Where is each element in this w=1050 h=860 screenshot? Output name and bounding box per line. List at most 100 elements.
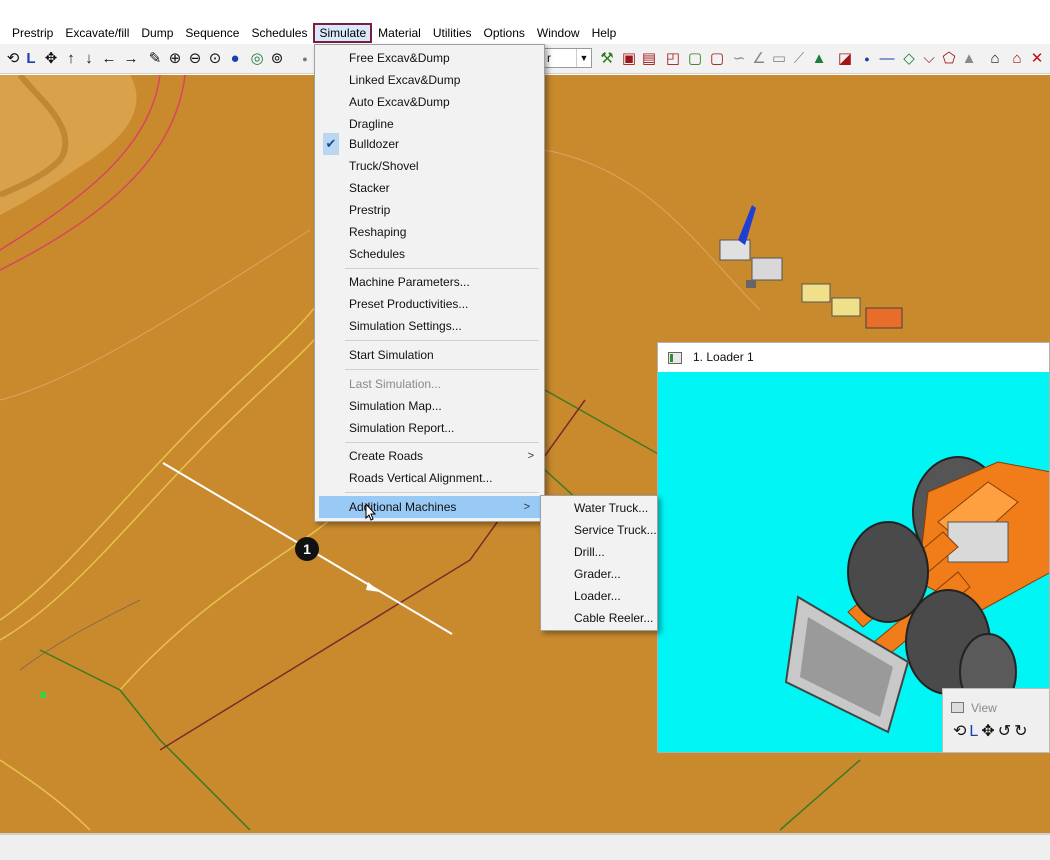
menu-schedules[interactable]: Schedules: [245, 23, 313, 43]
polyline-icon[interactable]: ⌵: [920, 48, 938, 70]
box-icon[interactable]: ▢: [708, 48, 726, 70]
menu-item-drill[interactable]: Drill...: [541, 541, 657, 563]
axis-icon[interactable]: L: [969, 723, 981, 740]
zoom-out-icon[interactable]: ⊖: [186, 48, 204, 70]
point-icon[interactable]: ●: [296, 48, 314, 70]
menu-separator: [345, 369, 539, 370]
menu-item-start-simulation[interactable]: Start Simulation: [315, 344, 544, 366]
view-window[interactable]: View ⟲L✥↺↻: [942, 688, 1050, 753]
arrow-right-icon[interactable]: →: [122, 48, 140, 70]
menu-item-create-roads[interactable]: Create Roads >: [315, 445, 544, 467]
zoom-center-icon[interactable]: ◎: [248, 48, 266, 70]
menu-item-schedules[interactable]: Schedules: [315, 243, 544, 265]
menu-window[interactable]: Window: [531, 23, 586, 43]
layer-icon[interactable]: ▲: [810, 48, 828, 70]
menu-item-service-truck[interactable]: Service Truck...: [541, 519, 657, 541]
menu-item-auto-excav-dump[interactable]: Auto Excav&Dump: [315, 91, 544, 113]
loader-window-titlebar[interactable]: 1. Loader 1: [658, 343, 1049, 372]
curve-icon[interactable]: ∽: [730, 48, 748, 70]
truck-tool-icon[interactable]: ▤: [640, 48, 658, 70]
menu-item-last-simulation: Last Simulation...: [349, 377, 442, 391]
pencil-icon[interactable]: ✎: [146, 48, 164, 70]
menu-excavate-fill[interactable]: Excavate/fill: [59, 23, 135, 43]
pan-icon[interactable]: ✥: [981, 723, 997, 740]
arrow-left-icon[interactable]: ←: [100, 48, 118, 70]
close-icon[interactable]: ✕: [1028, 48, 1046, 70]
rectangle-icon[interactable]: ▭: [770, 48, 788, 70]
mouse-cursor-icon: [365, 503, 377, 521]
menu-separator: [345, 340, 539, 341]
menu-item-stacker[interactable]: Stacker: [315, 177, 544, 199]
menu-utilities[interactable]: Utilities: [427, 23, 478, 43]
excavator-tool-icon[interactable]: ⚒: [598, 48, 616, 70]
menu-prestrip[interactable]: Prestrip: [6, 23, 59, 43]
view-toolbar: ⟲L✥↺↻: [953, 721, 1031, 741]
pan-icon[interactable]: ✥: [42, 48, 60, 70]
axis-icon[interactable]: L: [22, 48, 40, 70]
dot-icon[interactable]: ●: [858, 48, 876, 70]
zoom-window-icon[interactable]: ⊙: [206, 48, 224, 70]
chevron-right-icon: >: [523, 501, 530, 513]
menu-item-grader[interactable]: Grader...: [541, 563, 657, 585]
rotate-view-icon[interactable]: ⟲: [953, 723, 969, 740]
menu-item-truck-shovel[interactable]: Truck/Shovel: [315, 155, 544, 177]
menu-separator: [345, 268, 539, 269]
arrow-down-icon[interactable]: ↓: [80, 48, 98, 70]
menu-item-cable-reeler[interactable]: Cable Reeler...: [541, 607, 657, 629]
simulate-dropdown: Free Excav&Dump Linked Excav&Dump Auto E…: [314, 44, 545, 522]
zoom-in-icon[interactable]: ⊕: [166, 48, 184, 70]
rotate-right-icon[interactable]: ↻: [1014, 723, 1030, 740]
menu-simulate[interactable]: Simulate: [313, 23, 373, 43]
menu-sequence[interactable]: Sequence: [179, 23, 245, 43]
layer-combo[interactable]: r ▼: [542, 48, 592, 68]
menu-item-preset-productivities[interactable]: Preset Productivities...: [315, 293, 544, 315]
menu-item-bulldozer[interactable]: Bulldozer: [315, 133, 544, 155]
menu-bar: Prestrip Excavate/fill Dump Sequence Sch…: [0, 22, 1050, 44]
menu-item-loader[interactable]: Loader...: [541, 585, 657, 607]
menu-item-additional-machines[interactable]: Additional Machines >: [319, 496, 540, 518]
menu-item-free-excav-dump[interactable]: Free Excav&Dump: [315, 47, 544, 69]
polygon-icon[interactable]: ⬠: [940, 48, 958, 70]
menu-item-roads-vertical-alignment[interactable]: Roads Vertical Alignment...: [315, 467, 544, 489]
loader-window-title: 1. Loader 1: [693, 350, 754, 364]
menu-item-reshaping[interactable]: Reshaping: [315, 221, 544, 243]
chevron-down-icon[interactable]: ▼: [576, 49, 591, 67]
dump-tool-icon[interactable]: ▣: [620, 48, 638, 70]
zoom-previous-icon[interactable]: ⊚: [268, 48, 286, 70]
menu-item-dragline[interactable]: Dragline: [315, 113, 544, 135]
status-bar: [0, 833, 1050, 860]
home-alt-icon[interactable]: ⌂: [1008, 48, 1026, 70]
window-icon: [668, 352, 682, 364]
arrow-up-icon[interactable]: ↑: [62, 48, 80, 70]
dozer-model[interactable]: [865, 307, 903, 329]
rotate-left-icon[interactable]: ↺: [998, 723, 1014, 740]
menu-item-water-truck[interactable]: Water Truck...: [541, 497, 657, 519]
menu-item-machine-parameters[interactable]: Machine Parameters...: [315, 271, 544, 293]
diamond-icon[interactable]: ◇: [900, 48, 918, 70]
triangle-icon[interactable]: ▲: [960, 48, 978, 70]
additional-machines-submenu: Water Truck... Service Truck... Drill...…: [540, 495, 658, 631]
haul-truck-model-1[interactable]: [801, 283, 831, 303]
haul-truck-model-2[interactable]: [831, 297, 861, 317]
measure-icon[interactable]: ⟋: [790, 48, 808, 70]
menu-help[interactable]: Help: [586, 23, 623, 43]
section-marker: 1: [295, 537, 319, 561]
select-region-icon[interactable]: ◰: [664, 48, 682, 70]
menu-item-create-roads-label: Create Roads: [349, 449, 424, 463]
menu-dump[interactable]: Dump: [135, 23, 179, 43]
home-icon[interactable]: ⌂: [986, 48, 1004, 70]
map-icon[interactable]: ◪: [836, 48, 854, 70]
zoom-extent-icon[interactable]: ●: [226, 48, 244, 70]
menu-item-simulation-map[interactable]: Simulation Map...: [315, 395, 544, 417]
view-window-title: View: [971, 701, 997, 715]
frame-icon[interactable]: ▢: [686, 48, 704, 70]
line-icon[interactable]: —: [878, 48, 896, 70]
rotate-view-icon[interactable]: ⟲: [4, 48, 22, 70]
menu-item-linked-excav-dump[interactable]: Linked Excav&Dump: [315, 69, 544, 91]
menu-item-prestrip[interactable]: Prestrip: [315, 199, 544, 221]
menu-material[interactable]: Material: [372, 23, 427, 43]
menu-item-simulation-report[interactable]: Simulation Report...: [315, 417, 544, 439]
menu-options[interactable]: Options: [478, 23, 531, 43]
angle-icon[interactable]: ∠: [750, 48, 768, 70]
menu-item-simulation-settings[interactable]: Simulation Settings...: [315, 315, 544, 337]
